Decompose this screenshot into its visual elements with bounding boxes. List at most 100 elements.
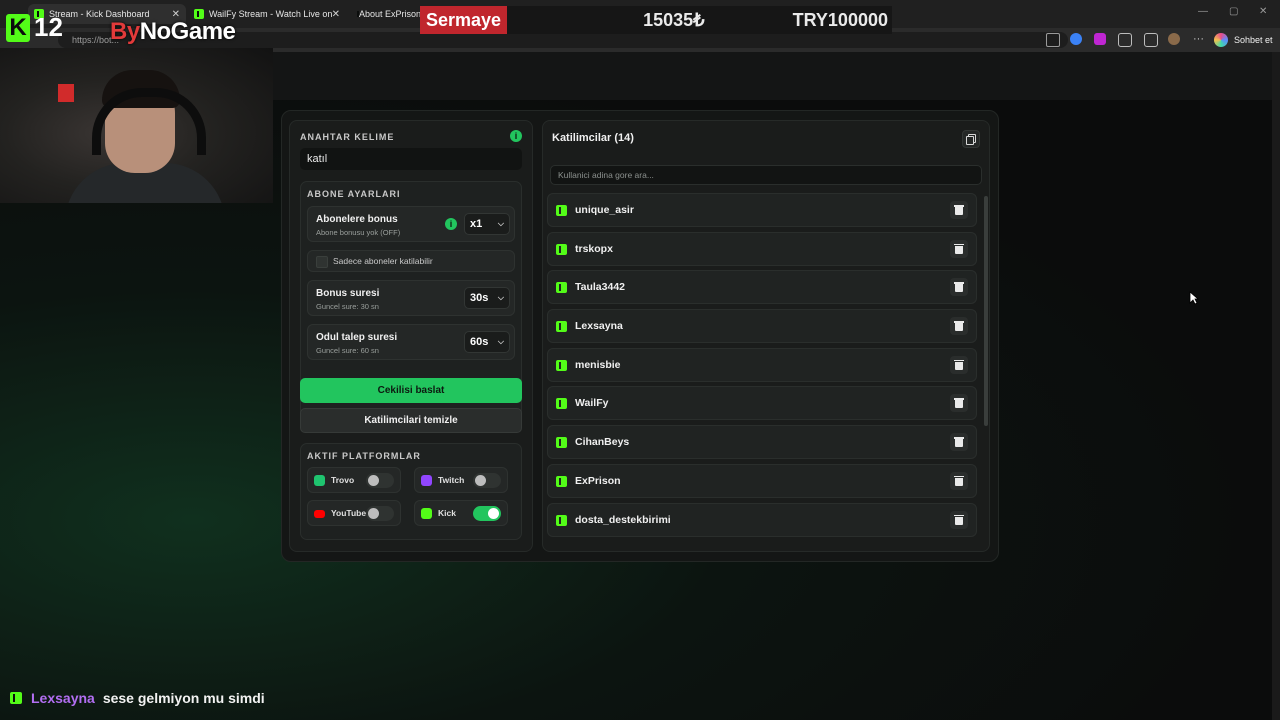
- participant-row: menisbie: [547, 347, 977, 382]
- close-window-icon[interactable]: ✕: [1259, 6, 1267, 17]
- platform-youtube: YouTube: [307, 500, 401, 526]
- trash-icon[interactable]: [950, 201, 968, 219]
- reward-claim-subtitle: Guncel sure: 60 sn: [316, 346, 379, 355]
- participant-name: Taula3442: [575, 281, 626, 294]
- participant-name: menisbie: [575, 358, 621, 371]
- kick-counter-overlay: K 12: [6, 12, 63, 43]
- kick-icon: [421, 508, 432, 519]
- favorite-star-icon[interactable]: [1046, 33, 1060, 47]
- participants-title: Katilimcilar (14): [552, 132, 634, 144]
- extension-icon[interactable]: [1094, 33, 1106, 45]
- participant-name: CihanBeys: [575, 436, 630, 449]
- toggle-knob: [475, 475, 486, 486]
- participant-row: Lexsayna: [547, 309, 977, 344]
- more-menu-icon[interactable]: ···: [1193, 33, 1204, 45]
- clear-participants-button[interactable]: Katilimcilari temizle: [300, 408, 522, 433]
- kick-icon: [10, 692, 22, 704]
- kick-icon: [556, 205, 567, 216]
- profile-avatar[interactable]: [1168, 33, 1180, 45]
- participants-list: unique_asir trskopx Taula3442 Lexsayna menis…: [547, 193, 977, 551]
- toggle-knob: [488, 508, 499, 519]
- bonus-duration-select[interactable]: 30s ⌵: [464, 287, 510, 309]
- participant-row: CihanBeys: [547, 425, 977, 460]
- kick-icon: [556, 437, 567, 449]
- chat-username: Lexsayna: [31, 690, 95, 706]
- minimize-icon[interactable]: —: [1198, 6, 1208, 17]
- only-subscribers-checkbox[interactable]: [316, 256, 328, 268]
- participant-name: trskopx: [575, 242, 613, 255]
- copy-icon[interactable]: [962, 130, 980, 148]
- trash-icon[interactable]: [950, 239, 968, 258]
- browser-tab-about-exprison[interactable]: About ExPrison: [348, 4, 422, 24]
- kick-toggle[interactable]: [473, 506, 501, 521]
- info-icon[interactable]: i: [510, 130, 522, 142]
- participant-row: Taula3442: [547, 270, 977, 305]
- subscriber-settings-title: ABONE AYARLARI: [307, 189, 401, 199]
- kick-icon: [556, 321, 567, 333]
- trash-icon[interactable]: [950, 317, 968, 336]
- platforms-title: AKTIF PLATFORMLAR: [307, 451, 421, 461]
- favorites-icon[interactable]: [1144, 33, 1158, 47]
- bonus-multiplier-value: x1: [470, 218, 483, 230]
- chevron-down-icon: ⌵: [497, 293, 504, 302]
- only-subscribers-row[interactable]: Sadece aboneler katilabilir: [307, 250, 515, 272]
- reward-claim-title: Odul talep suresi: [316, 332, 398, 343]
- turkish-flag: [58, 84, 74, 102]
- reward-claim-value: 60s: [470, 336, 489, 348]
- bonus-multiplier-select[interactable]: x1 ⌵: [464, 213, 510, 235]
- kick-icon: [556, 398, 567, 410]
- start-giveaway-button[interactable]: Cekilisi baslat: [300, 378, 522, 403]
- brand-prefix: By: [110, 18, 140, 45]
- participant-search-input[interactable]: [550, 165, 982, 185]
- trash-icon[interactable]: [950, 278, 968, 297]
- kick-icon: [556, 359, 567, 371]
- webcam-overlay: [0, 48, 273, 203]
- overlay-counter: 12: [34, 12, 63, 42]
- kick-icon: [556, 475, 567, 487]
- extension-icon[interactable]: [1070, 33, 1082, 45]
- youtube-icon: [314, 510, 325, 518]
- bynogame-logo: ByNoGame: [110, 18, 236, 46]
- youtube-toggle[interactable]: [366, 506, 394, 521]
- bonus-duration-row: Bonus suresi Guncel sure: 30 sn 30s ⌵: [307, 280, 515, 316]
- reward-claim-select[interactable]: 60s ⌵: [464, 331, 510, 353]
- chat-button-label: Sohbet et: [1234, 35, 1273, 45]
- trash-icon[interactable]: [950, 471, 968, 490]
- trovo-icon: [314, 475, 325, 486]
- keyword-input[interactable]: katıl: [300, 148, 522, 170]
- copilot-icon: [1214, 33, 1228, 47]
- subscriber-bonus-row: Abonelere bonus Abone bonusu yok (OFF) i…: [307, 206, 515, 242]
- close-icon[interactable]: ✕: [332, 9, 340, 20]
- twitch-icon: [421, 475, 432, 486]
- trash-icon[interactable]: [950, 394, 968, 413]
- capital-bar: Sermaye 15035₺ TRY100000: [420, 6, 892, 34]
- participants-scrollbar[interactable]: [984, 196, 988, 426]
- reward-claim-row: Odul talep suresi Guncel sure: 60 sn 60s…: [307, 324, 515, 360]
- page-scrollbar[interactable]: [1272, 52, 1280, 720]
- subscriber-bonus-title: Abonelere bonus: [316, 214, 398, 225]
- chevron-down-icon: ⌵: [497, 219, 504, 228]
- copilot-chat-button[interactable]: Sohbet et: [1214, 32, 1273, 48]
- platform-name: YouTube: [331, 508, 367, 518]
- info-icon[interactable]: i: [445, 218, 457, 230]
- toggle-knob: [368, 475, 379, 486]
- platform-trovo: Trovo: [307, 467, 401, 493]
- platform-name: Kick: [438, 508, 456, 518]
- platform-twitch: Twitch: [414, 467, 508, 493]
- extensions-puzzle-icon[interactable]: [1118, 33, 1132, 47]
- trash-icon[interactable]: [950, 355, 968, 374]
- platform-name: Twitch: [438, 475, 465, 485]
- trovo-toggle[interactable]: [366, 473, 394, 488]
- brand-main: NoGame: [139, 18, 236, 45]
- platform-kick: Kick: [414, 500, 508, 526]
- kick-logo-icon: K: [6, 13, 30, 42]
- trash-icon[interactable]: [950, 510, 968, 529]
- bonus-duration-title: Bonus suresi: [316, 288, 380, 299]
- tab-title: About ExPrison: [359, 9, 422, 19]
- maximize-icon[interactable]: ▢: [1229, 6, 1238, 17]
- twitch-toggle[interactable]: [473, 473, 501, 488]
- kick-icon: [556, 514, 567, 526]
- participant-name: WailFy: [575, 397, 609, 410]
- trash-icon[interactable]: [950, 433, 968, 452]
- participant-row: trskopx: [547, 231, 977, 266]
